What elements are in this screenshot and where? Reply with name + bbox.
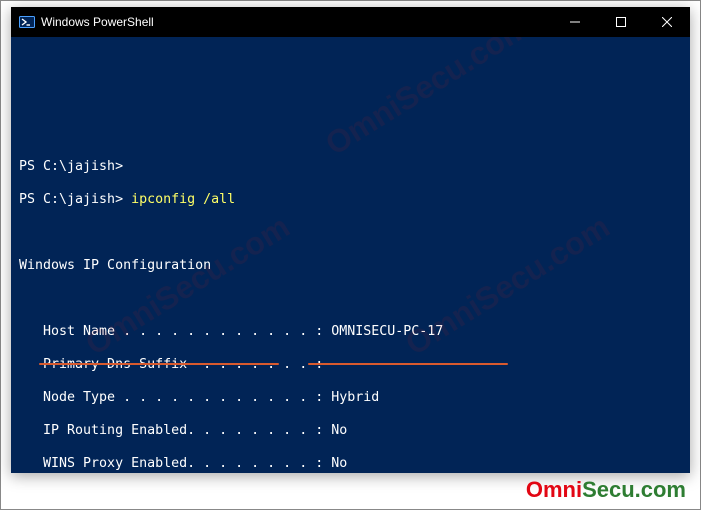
output-line: IP Routing Enabled. . . . . . . . : No — [19, 423, 682, 440]
output-line: Host Name . . . . . . . . . . . . : OMNI… — [19, 324, 682, 341]
footer-watermark-a: Omni — [526, 477, 582, 502]
prompt-text: PS C:\jajish> — [19, 192, 131, 207]
watermark-overlay: OmniSecu.com — [324, 37, 530, 154]
close-button[interactable] — [644, 7, 690, 37]
prompt-line: PS C:\jajish> ipconfig /all — [19, 192, 682, 209]
minimize-button[interactable] — [552, 7, 598, 37]
highlight-underline — [39, 363, 279, 365]
maximize-button[interactable] — [598, 7, 644, 37]
terminal-output[interactable]: OmniSecu.com OmniSecu.com OmniSecu.com P… — [11, 37, 690, 473]
footer-watermark: OmniSecu.com — [526, 477, 686, 503]
prompt-line: PS C:\jajish> — [19, 159, 682, 176]
output-line: WINS Proxy Enabled. . . . . . . . : No — [19, 456, 682, 473]
titlebar[interactable]: Windows PowerShell — [11, 7, 690, 37]
footer-watermark-b: Secu.com — [582, 477, 686, 502]
powershell-window: Windows PowerShell OmniSecu.com OmniSecu… — [11, 7, 690, 473]
command-text: ipconfig /all — [131, 192, 235, 207]
powershell-icon — [19, 14, 35, 30]
highlight-underline — [308, 363, 508, 365]
window-title: Windows PowerShell — [41, 15, 154, 29]
output-line: Node Type . . . . . . . . . . . . : Hybr… — [19, 390, 682, 407]
section-header: Windows IP Configuration — [19, 258, 682, 275]
